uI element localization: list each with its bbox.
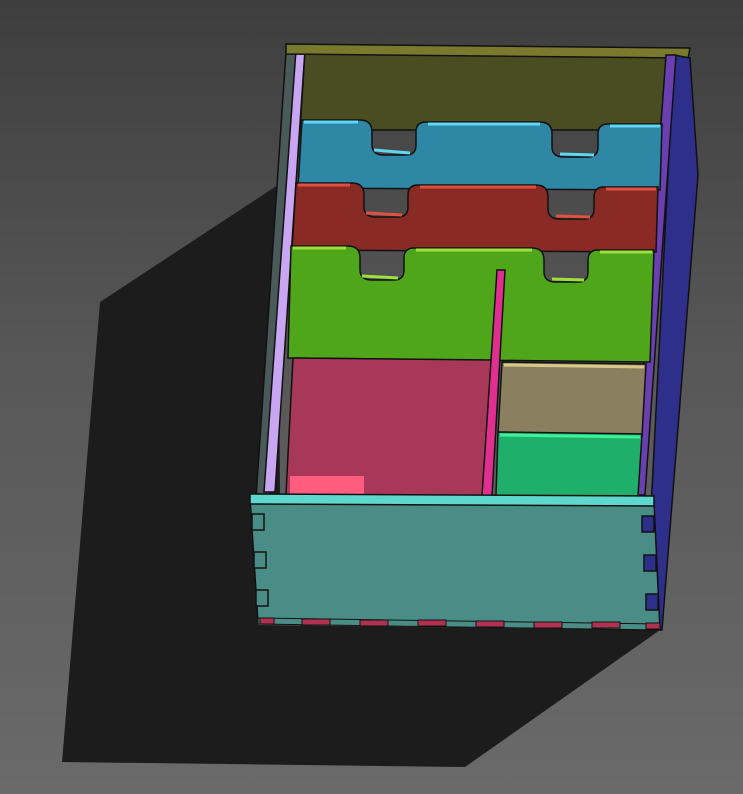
front-wall xyxy=(249,497,661,631)
pink-highlight xyxy=(290,476,364,494)
pink-compartment xyxy=(285,357,493,497)
3d-viewport[interactable] xyxy=(0,0,743,794)
divider-red xyxy=(291,182,659,253)
divider-green xyxy=(287,245,655,363)
box-organizer-render xyxy=(62,43,699,767)
front-wall-top xyxy=(249,493,655,507)
back-wall xyxy=(299,51,669,131)
tan-compartment xyxy=(497,361,647,437)
green-edge xyxy=(499,433,641,439)
divider-blue xyxy=(297,119,663,191)
tan-edge xyxy=(503,363,645,369)
green-compartment xyxy=(495,431,643,497)
